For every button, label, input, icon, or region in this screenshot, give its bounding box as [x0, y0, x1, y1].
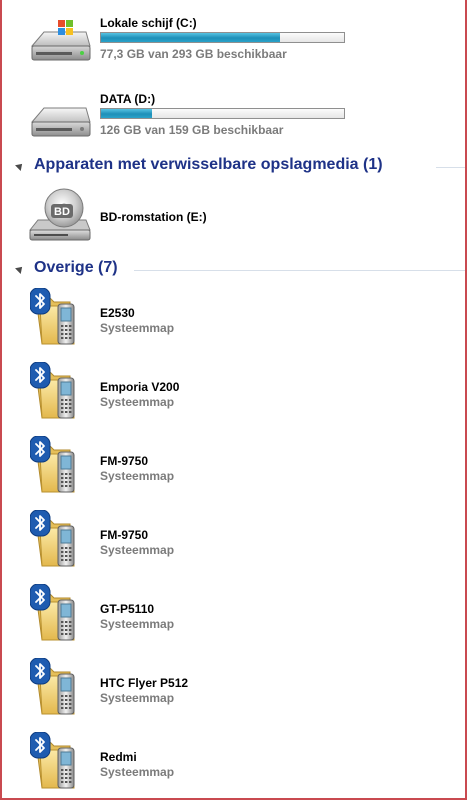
device-item[interactable]: HTC Flyer P512 Systeemmap	[24, 657, 444, 718]
device-item[interactable]: FM-9750 Systeemmap	[24, 509, 444, 570]
device-name: GT-P5110	[100, 602, 155, 616]
device-type: Systeemmap	[100, 395, 175, 409]
bd-rom-drive-item[interactable]: BD BD-romstation (E:)	[24, 186, 444, 246]
group-divider	[436, 167, 465, 168]
device-type: Systeemmap	[100, 691, 175, 705]
drive-name: DATA (D:)	[100, 92, 156, 106]
device-type: Systeemmap	[100, 543, 175, 557]
device-item[interactable]: FM-9750 Systeemmap	[24, 435, 444, 496]
device-item[interactable]: Emporia V200 Systeemmap	[24, 361, 444, 422]
bluetooth-phone-folder-icon	[29, 435, 102, 496]
device-name: Redmi	[100, 750, 137, 764]
bluetooth-phone-folder-icon	[29, 509, 102, 570]
bluetooth-phone-folder-icon	[29, 731, 102, 792]
bd-rom-drive-icon: BD	[24, 186, 96, 246]
drive-usage-text: 126 GB van 159 GB beschikbaar	[100, 123, 284, 137]
drive-name: Lokale schijf (C:)	[100, 16, 197, 30]
device-name: FM-9750	[100, 454, 149, 468]
device-name: E2530	[100, 306, 135, 320]
device-item[interactable]: Redmi Systeemmap	[24, 731, 444, 792]
device-type: Systeemmap	[100, 321, 175, 335]
device-name: FM-9750	[100, 528, 149, 542]
bluetooth-phone-folder-icon	[29, 287, 102, 348]
group-header-other[interactable]: Overige (7)	[15, 259, 465, 281]
drive-usage-bar	[100, 108, 345, 119]
bluetooth-phone-folder-icon	[29, 361, 102, 422]
disc-label: BD	[54, 206, 70, 218]
device-name: HTC Flyer P512	[100, 676, 189, 690]
drive-usage-bar-fill	[101, 33, 280, 42]
drive-item-d[interactable]: DATA (D:) 126 GB van 159 GB beschikbaar	[24, 92, 444, 152]
collapse-arrow-icon[interactable]	[15, 161, 25, 171]
explorer-content-pane: Lokale schijf (C:) 77,3 GB van 293 GB be…	[0, 0, 467, 800]
drive-usage-bar	[100, 32, 345, 43]
drive-usage-text: 77,3 GB van 293 GB beschikbaar	[100, 47, 287, 61]
bluetooth-phone-folder-icon	[29, 657, 102, 718]
collapse-arrow-icon[interactable]	[15, 264, 25, 274]
group-title: Apparaten met verwisselbare opslagmedia …	[34, 156, 383, 173]
device-item[interactable]: E2530 Systeemmap	[24, 287, 444, 348]
windows-drive-icon	[24, 16, 96, 76]
group-title: Overige (7)	[34, 259, 118, 276]
device-item[interactable]: GT-P5110 Systeemmap	[24, 583, 444, 644]
device-type: Systeemmap	[100, 765, 175, 779]
drive-item-c[interactable]: Lokale schijf (C:) 77,3 GB van 293 GB be…	[24, 16, 444, 76]
device-type: Systeemmap	[100, 469, 175, 483]
group-divider	[134, 270, 465, 271]
bd-rom-drive-name: BD-romstation (E:)	[100, 210, 207, 224]
bluetooth-phone-folder-icon	[29, 583, 102, 644]
group-header-removable[interactable]: Apparaten met verwisselbare opslagmedia …	[15, 156, 465, 178]
device-type: Systeemmap	[100, 617, 175, 631]
device-name: Emporia V200	[100, 380, 180, 394]
drive-usage-bar-fill	[101, 109, 152, 118]
hard-drive-icon	[24, 92, 96, 152]
